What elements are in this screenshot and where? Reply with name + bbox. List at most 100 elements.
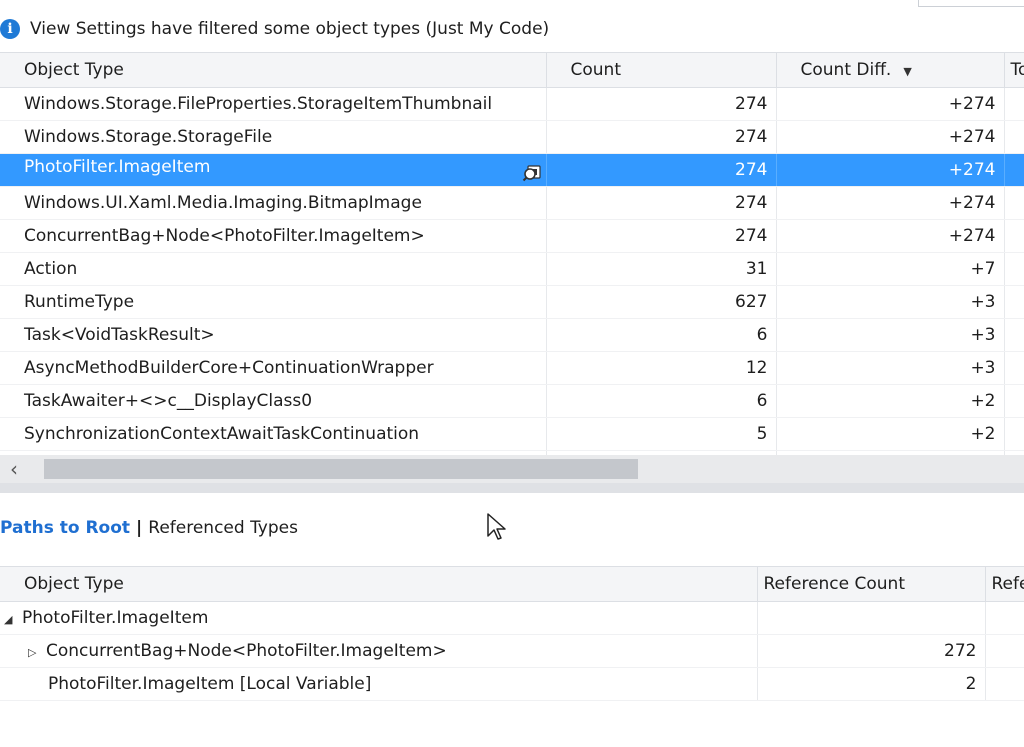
column-header-count[interactable]: Count (546, 52, 777, 88)
object-type-cell: TaskAwaiter+<>c__DisplayClass0 (0, 384, 547, 418)
object-type-name: Windows.Storage.StorageFile (24, 127, 273, 147)
paths-table-header: Object Type Reference Count Refe (0, 566, 1024, 602)
search-box-edge[interactable] (918, 0, 1024, 7)
horizontal-scrollbar[interactable]: ‹ (0, 455, 1024, 483)
total-cell (1004, 153, 1024, 187)
column-header-count-diff[interactable]: Count Diff. ▼ (776, 52, 1005, 88)
total-cell (1004, 186, 1024, 220)
count-cell: 6 (546, 384, 777, 418)
table-row[interactable]: SynchronizationContextAwaitTaskContinuat… (0, 417, 1024, 451)
view-instances-icon[interactable] (522, 163, 544, 183)
pane-splitter[interactable] (0, 483, 1024, 493)
count-diff-cell: +274 (776, 219, 1005, 253)
object-type-name: AsyncMethodBuilderCore+ContinuationWrapp… (24, 358, 434, 378)
tab-paths-to-root[interactable]: Paths to Root (0, 518, 130, 538)
count-cell: 274 (546, 153, 777, 187)
table-row[interactable]: TaskAwaiter+<>c__DisplayClass0 6 +2 (0, 384, 1024, 418)
object-type-name: ConcurrentBag+Node<PhotoFilter.ImageItem… (24, 226, 425, 246)
count-diff-cell: +3 (776, 285, 1005, 319)
reference-count-cell (757, 601, 986, 635)
count-diff-cell: +2 (776, 417, 1005, 451)
column-header-total[interactable]: To (1004, 52, 1024, 88)
column-header-object-type[interactable]: Object Type (0, 52, 547, 88)
table-row[interactable]: PhotoFilter.ImageItem 274 +274 (0, 153, 1024, 187)
count-cell: 31 (546, 252, 777, 286)
table-row[interactable]: Action 31 +7 (0, 252, 1024, 286)
object-type-cell: ConcurrentBag+Node<PhotoFilter.ImageItem… (0, 219, 547, 253)
table-row[interactable]: Windows.Storage.FileProperties.StorageIt… (0, 87, 1024, 121)
table-row[interactable]: Windows.Storage.StorageFile 274 +274 (0, 120, 1024, 154)
mouse-pointer-icon (487, 513, 506, 540)
table-row[interactable]: AsyncMethodBuilderCore+ContinuationWrapp… (0, 351, 1024, 385)
object-type-name: SynchronizationContextAwaitTaskContinuat… (24, 424, 420, 444)
reference-count-cell: 2 (757, 667, 986, 701)
count-cell: 274 (546, 87, 777, 121)
count-diff-cell: +274 (776, 186, 1005, 220)
object-type-cell: PhotoFilter.ImageItem [Local Variable] (0, 667, 758, 701)
object-type-name: Windows.Storage.FileProperties.StorageIt… (24, 94, 493, 114)
object-type-name: Task<VoidTaskResult> (24, 325, 215, 345)
object-type-name: Windows.UI.Xaml.Media.Imaging.BitmapImag… (24, 193, 422, 213)
table-row[interactable]: ConcurrentBag+Node<PhotoFilter.ImageItem… (0, 219, 1024, 253)
count-cell: 274 (546, 219, 777, 253)
count-cell: 627 (546, 285, 777, 319)
table-row[interactable]: Task<VoidTaskResult> 6 +3 (0, 318, 1024, 352)
column-header-reference-count[interactable]: Reference Count (757, 566, 986, 602)
count-diff-cell: +3 (776, 351, 1005, 385)
object-type-cell: Windows.Storage.StorageFile (0, 120, 547, 154)
reference-cell (985, 634, 1024, 668)
total-cell (1004, 417, 1024, 451)
object-type-name: PhotoFilter.ImageItem (22, 608, 209, 628)
scroll-left-icon[interactable]: ‹ (10, 457, 30, 481)
total-cell (1004, 318, 1024, 352)
collapsed-arrow-icon[interactable]: ▷ (28, 646, 46, 659)
reference-cell (985, 601, 1024, 635)
sort-descending-icon: ▼ (903, 65, 912, 78)
total-cell (1004, 384, 1024, 418)
tab-separator: | (136, 518, 143, 538)
column-header-reference[interactable]: Refe (985, 566, 1024, 602)
table-row[interactable]: Windows.UI.Xaml.Media.Imaging.BitmapImag… (0, 186, 1024, 220)
count-cell: 6 (546, 318, 777, 352)
object-type-name: ConcurrentBag+Node<PhotoFilter.ImageItem… (46, 641, 447, 661)
object-type-cell: ▷ ConcurrentBag+Node<PhotoFilter.ImageIte… (0, 634, 758, 668)
object-type-cell: Windows.Storage.FileProperties.StorageIt… (0, 87, 547, 121)
object-type-table: Object Type Count Count Diff.▼ To Window… (0, 52, 1024, 484)
object-table-header: Object Type Count Count Diff.▼ To (0, 52, 1024, 88)
count-diff-cell: +274 (776, 87, 1005, 121)
count-diff-cell: +274 (776, 120, 1005, 154)
tree-row[interactable]: ◢ PhotoFilter.ImageItem (0, 601, 1024, 635)
object-type-cell: RuntimeType (0, 285, 547, 319)
count-diff-cell: +7 (776, 252, 1005, 286)
count-cell: 12 (546, 351, 777, 385)
total-cell (1004, 351, 1024, 385)
scrollbar-thumb[interactable] (44, 459, 638, 479)
tab-referenced-types[interactable]: Referenced Types (148, 518, 298, 538)
info-bar: i View Settings have filtered some objec… (0, 10, 1024, 44)
object-type-cell: Windows.UI.Xaml.Media.Imaging.BitmapImag… (0, 186, 547, 220)
total-cell (1004, 252, 1024, 286)
total-cell (1004, 285, 1024, 319)
object-type-cell: PhotoFilter.ImageItem (0, 153, 547, 187)
count-diff-cell: +3 (776, 318, 1005, 352)
table-row[interactable]: RuntimeType 627 +3 (0, 285, 1024, 319)
reference-cell (985, 667, 1024, 701)
count-diff-cell: +274 (776, 153, 1005, 187)
paths-table-body: ◢ PhotoFilter.ImageItem ▷ ConcurrentBag+Nod… (0, 601, 1024, 701)
info-message: View Settings have filtered some object … (30, 19, 550, 39)
column-header-object-type[interactable]: Object Type (0, 566, 758, 602)
info-icon: i (0, 19, 20, 39)
object-type-cell: SynchronizationContextAwaitTaskContinuat… (0, 417, 547, 451)
object-type-cell: AsyncMethodBuilderCore+ContinuationWrapp… (0, 351, 547, 385)
expanded-arrow-icon[interactable]: ◢ (4, 613, 22, 626)
object-type-cell: ◢ PhotoFilter.ImageItem (0, 601, 758, 635)
total-cell (1004, 87, 1024, 121)
object-type-cell: Action (0, 252, 547, 286)
object-table-body: Windows.Storage.FileProperties.StorageIt… (0, 87, 1024, 484)
tree-row[interactable]: PhotoFilter.ImageItem [Local Variable] 2 (0, 667, 1024, 701)
object-type-cell: Task<VoidTaskResult> (0, 318, 547, 352)
object-type-name: TaskAwaiter+<>c__DisplayClass0 (24, 391, 313, 411)
count-diff-cell: +2 (776, 384, 1005, 418)
object-type-name: PhotoFilter.ImageItem [Local Variable] (48, 674, 372, 694)
tree-row[interactable]: ▷ ConcurrentBag+Node<PhotoFilter.ImageIte… (0, 634, 1024, 668)
